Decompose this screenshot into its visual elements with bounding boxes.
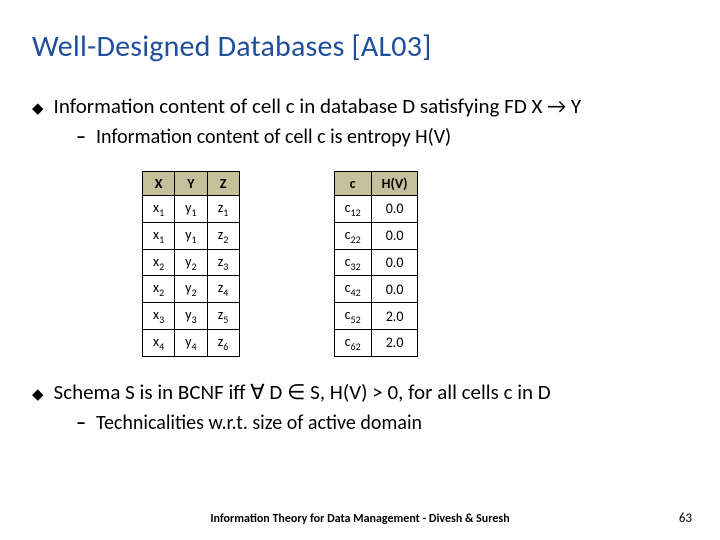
- table-cell: 2.0: [371, 329, 418, 356]
- subbullet-1: – Information content of cell c is entro…: [76, 125, 688, 149]
- dash-icon: –: [76, 411, 86, 435]
- subbullet-1-text: Information content of cell c is entropy…: [96, 125, 451, 149]
- table-cell: c32: [334, 249, 371, 276]
- table-cell: z1: [207, 196, 239, 223]
- table-row: x1y1z1: [143, 196, 240, 223]
- diamond-icon: ◆: [32, 99, 44, 118]
- table-cell: x3: [143, 303, 175, 330]
- table-cell: c52: [334, 303, 371, 330]
- bullet-1-text: Information content of cell c in databas…: [54, 93, 582, 119]
- table-cell: x1: [143, 196, 175, 223]
- bullet-2: ◆ Schema S is in BCNF iff ∀ D ∈ S, H(V) …: [32, 379, 688, 405]
- table-cell: y4: [175, 329, 207, 356]
- table-row: c420.0: [334, 276, 418, 303]
- table-cell: 0.0: [371, 222, 418, 249]
- table-row: x2y2z3: [143, 249, 240, 276]
- table-cell: 2.0: [371, 303, 418, 330]
- table-row: x2y2z4: [143, 276, 240, 303]
- table-cell: y1: [175, 222, 207, 249]
- table-cell: y3: [175, 303, 207, 330]
- col-header: Y: [175, 172, 207, 196]
- table-row: c120.0: [334, 196, 418, 223]
- table-cell: x2: [143, 276, 175, 303]
- footer-text: Information Theory for Data Management -…: [0, 512, 720, 526]
- bullet-1: ◆ Information content of cell c in datab…: [32, 93, 688, 119]
- slide-title: Well-Designed Databases [AL03]: [32, 28, 688, 65]
- dash-icon: –: [76, 125, 86, 149]
- table-cell: 0.0: [371, 249, 418, 276]
- table-row: c522.0: [334, 303, 418, 330]
- col-header: X: [143, 172, 175, 196]
- bullet-2-text: Schema S is in BCNF iff ∀ D ∈ S, H(V) > …: [54, 379, 551, 405]
- table-chv: c H(V) c120.0c220.0c320.0c420.0c522.0c62…: [334, 171, 419, 357]
- table-row: c622.0: [334, 329, 418, 356]
- table-cell: x1: [143, 222, 175, 249]
- table-cell: z6: [207, 329, 239, 356]
- table-cell: c42: [334, 276, 371, 303]
- table-cell: x2: [143, 249, 175, 276]
- table-cell: c62: [334, 329, 371, 356]
- table-cell: y1: [175, 196, 207, 223]
- table-row: x4y4z6: [143, 329, 240, 356]
- table-cell: 0.0: [371, 196, 418, 223]
- table-cell: z2: [207, 222, 239, 249]
- table-cell: 0.0: [371, 276, 418, 303]
- table-row: c320.0: [334, 249, 418, 276]
- page-number: 63: [679, 511, 692, 526]
- col-header: H(V): [371, 172, 418, 196]
- table-cell: y2: [175, 276, 207, 303]
- table-cell: z3: [207, 249, 239, 276]
- subbullet-2: – Technicalities w.r.t. size of active d…: [76, 411, 688, 435]
- table-cell: z4: [207, 276, 239, 303]
- table-row: c220.0: [334, 222, 418, 249]
- table-cell: c12: [334, 196, 371, 223]
- table-cell: z5: [207, 303, 239, 330]
- table-cell: c22: [334, 222, 371, 249]
- table-row: x3y3z5: [143, 303, 240, 330]
- table-row: x1y1z2: [143, 222, 240, 249]
- tables-container: X Y Z x1y1z1x1y1z2x2y2z3x2y2z4x3y3z5x4y4…: [142, 171, 688, 357]
- col-header: c: [334, 172, 371, 196]
- table-cell: y2: [175, 249, 207, 276]
- table-xyz: X Y Z x1y1z1x1y1z2x2y2z3x2y2z4x3y3z5x4y4…: [142, 171, 240, 357]
- col-header: Z: [207, 172, 239, 196]
- subbullet-2-text: Technicalities w.r.t. size of active dom…: [96, 411, 422, 435]
- diamond-icon: ◆: [32, 385, 44, 404]
- table-cell: x4: [143, 329, 175, 356]
